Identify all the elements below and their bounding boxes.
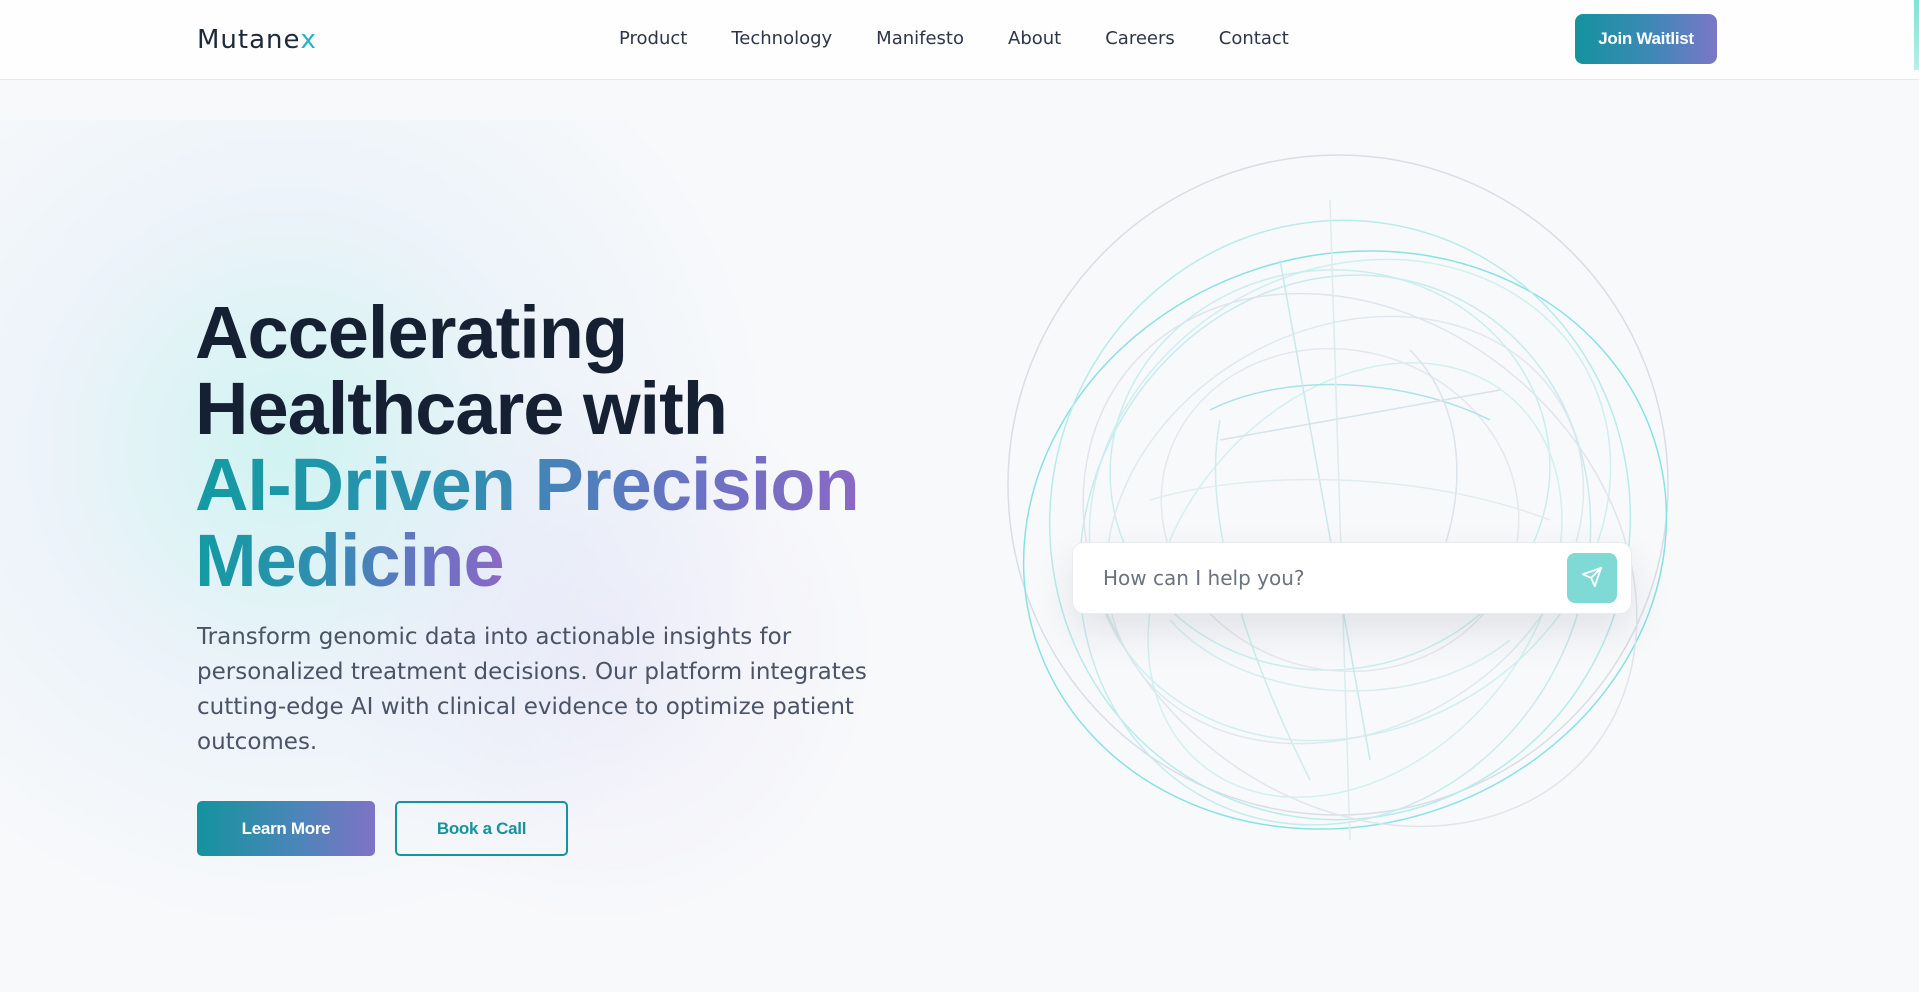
nav-about[interactable]: About — [1008, 28, 1061, 50]
site-header: Mutane x Product Technology Manifesto Abo… — [0, 0, 1919, 80]
scrollbar-thumb[interactable] — [1914, 0, 1919, 70]
send-button[interactable] — [1567, 553, 1617, 603]
main-nav: Product Technology Manifesto About Caree… — [619, 28, 1333, 50]
nav-technology[interactable]: Technology — [731, 28, 832, 50]
hero-title-line2: Healthcare with — [195, 367, 728, 450]
hero-description: Transform genomic data into actionable i… — [197, 624, 867, 755]
hero-title: Accelerating Healthcare with AI-Driven P… — [195, 295, 955, 599]
learn-more-button[interactable]: Learn More — [197, 801, 375, 856]
nav-contact[interactable]: Contact — [1219, 28, 1289, 50]
nav-product[interactable]: Product — [619, 28, 687, 50]
hero-title-line1: Accelerating — [195, 291, 628, 374]
orb-illustration — [1007, 154, 1669, 841]
hero-title-line4: Medicine — [195, 519, 505, 602]
join-waitlist-button[interactable]: Join Waitlist — [1575, 14, 1717, 64]
assistant-chat-box — [1072, 542, 1632, 614]
book-call-button[interactable]: Book a Call — [395, 801, 568, 856]
brand-logo[interactable]: Mutane x — [197, 24, 317, 56]
paper-plane-icon — [1581, 566, 1603, 591]
nav-manifesto[interactable]: Manifesto — [876, 28, 964, 50]
nav-careers[interactable]: Careers — [1105, 28, 1175, 50]
assistant-input[interactable] — [1073, 543, 1567, 613]
hero-title-line3: AI-Driven Precision — [195, 443, 860, 526]
logo-text: Mutane — [197, 25, 301, 55]
logo-accent: x — [300, 25, 317, 55]
